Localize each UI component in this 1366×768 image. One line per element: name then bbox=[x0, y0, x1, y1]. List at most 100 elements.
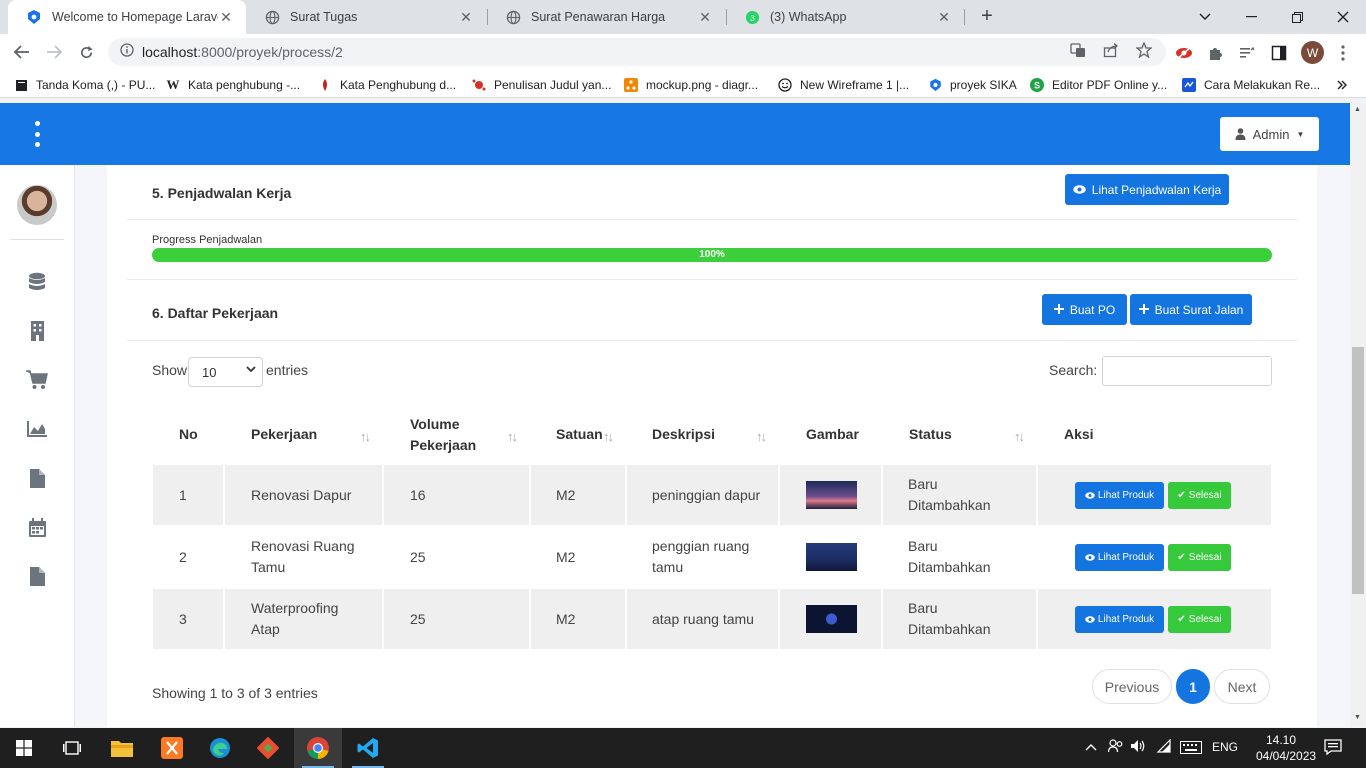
bookmark-item[interactable]: Kata Penghubung d... bbox=[318, 76, 456, 94]
close-tab-icon[interactable]: ✕ bbox=[697, 9, 713, 26]
bookmark-item[interactable]: Penulisan Judul yan... bbox=[472, 76, 611, 94]
tab-whatsapp[interactable]: 3 (3) WhatsApp ✕ bbox=[726, 0, 964, 34]
column-header-deskripsi[interactable]: Deskripsi bbox=[652, 424, 715, 445]
entries-select[interactable]: 10 bbox=[188, 357, 263, 387]
file-alt-icon[interactable] bbox=[26, 565, 48, 587]
chrome-icon[interactable] bbox=[294, 728, 342, 768]
view-schedule-button[interactable]: Lihat Penjadwalan Kerja bbox=[1065, 174, 1229, 205]
wifi-icon[interactable] bbox=[1156, 738, 1172, 756]
progress-bar: 100% bbox=[152, 248, 1272, 262]
more-bookmarks-icon[interactable] bbox=[1337, 76, 1347, 94]
schedule-section-title: 5. Penjadwalan Kerja bbox=[152, 185, 292, 201]
column-header-no[interactable]: No bbox=[179, 424, 198, 445]
tab-welcome[interactable]: Welcome to Homepage Laravel ✕ bbox=[8, 0, 246, 34]
view-product-button[interactable]: Lihat Produk bbox=[1075, 482, 1164, 509]
task-view-icon[interactable] bbox=[48, 728, 96, 768]
xampp-icon[interactable] bbox=[148, 728, 196, 768]
keyboard-icon[interactable] bbox=[1180, 741, 1202, 757]
create-po-button[interactable]: Buat PO bbox=[1042, 294, 1127, 325]
view-product-button[interactable]: Lihat Produk bbox=[1075, 606, 1164, 633]
share-icon[interactable] bbox=[1101, 40, 1121, 60]
bookmark-item[interactable]: W Kata penghubung -... bbox=[166, 76, 301, 94]
finish-button[interactable]: ✔ Selesai bbox=[1168, 606, 1231, 633]
pagination-next[interactable]: Next bbox=[1214, 669, 1270, 704]
file-explorer-icon[interactable] bbox=[98, 728, 146, 768]
whatsapp-badge: 3 bbox=[750, 12, 755, 22]
bookmark-item[interactable]: Cara Melakukan Re... bbox=[1182, 76, 1320, 94]
show-hidden-icons[interactable] bbox=[1085, 740, 1097, 754]
new-tab-button[interactable]: + bbox=[976, 6, 998, 28]
bookmark-item[interactable]: proyek SIKA bbox=[928, 76, 1017, 94]
column-header-aksi: Aksi bbox=[1064, 426, 1094, 442]
pagination-page-1[interactable]: 1 bbox=[1176, 669, 1210, 704]
forward-arrow-icon[interactable] bbox=[42, 40, 66, 64]
back-arrow-icon[interactable] bbox=[10, 40, 34, 64]
restore-icon[interactable] bbox=[1274, 0, 1320, 34]
scroll-up-icon[interactable]: ▲ bbox=[1354, 106, 1361, 113]
create-surat-jalan-button[interactable]: Buat Surat Jalan bbox=[1130, 294, 1252, 325]
close-tab-icon[interactable]: ✕ bbox=[218, 9, 234, 26]
bookmark-star-icon[interactable] bbox=[1134, 40, 1154, 60]
notification-icon[interactable] bbox=[1324, 739, 1342, 758]
sort-icon[interactable]: ↑↓ bbox=[756, 429, 767, 444]
finish-button[interactable]: ✔ Selesai bbox=[1168, 544, 1231, 571]
tab-search-icon[interactable] bbox=[1182, 0, 1228, 34]
pagination-previous[interactable]: Previous bbox=[1092, 669, 1172, 704]
tab-surat-penawaran[interactable]: Surat Penawaran Harga ✕ bbox=[487, 0, 725, 34]
sort-icon[interactable]: ↑↓ bbox=[1014, 429, 1025, 444]
finish-button[interactable]: ✔ Selesai bbox=[1168, 482, 1231, 509]
column-header-status[interactable]: Status bbox=[909, 424, 952, 445]
menu-toggle-icon[interactable] bbox=[32, 121, 42, 147]
extensions-puzzle-icon[interactable] bbox=[1205, 42, 1227, 64]
address-bar[interactable]: localhost:8000/proyek/process/2 bbox=[108, 38, 1166, 66]
admin-label: Admin bbox=[1252, 126, 1290, 142]
bookmark-item[interactable]: S Editor PDF Online y... bbox=[1030, 76, 1167, 94]
reload-icon[interactable] bbox=[74, 40, 98, 64]
calendar-icon[interactable] bbox=[26, 516, 48, 538]
windows-start-icon[interactable] bbox=[0, 728, 48, 768]
cart-icon[interactable] bbox=[26, 369, 48, 391]
translate-icon[interactable] bbox=[1068, 40, 1088, 60]
chart-area-icon[interactable] bbox=[26, 418, 48, 440]
extension-eye-icon[interactable] bbox=[1173, 42, 1195, 64]
bookmark-item[interactable]: mockup.png - diagr... bbox=[624, 76, 758, 94]
table-info: Showing 1 to 3 of 3 entries bbox=[152, 685, 318, 701]
table-row: 3 Waterproofing Atap 25 M2 atap ruang ta… bbox=[153, 589, 1271, 649]
file-icon[interactable] bbox=[26, 467, 48, 489]
volume-icon[interactable] bbox=[1130, 739, 1146, 756]
bookmark-item[interactable]: New Wireframe 1 |... bbox=[778, 76, 909, 94]
page-scrollbar[interactable]: ▲ ▼ bbox=[1350, 103, 1366, 727]
sort-icon[interactable]: ↑↓ bbox=[360, 429, 371, 444]
scroll-down-icon[interactable]: ▼ bbox=[1354, 714, 1361, 721]
admin-dropdown-button[interactable]: Admin ▼ bbox=[1220, 117, 1319, 151]
sort-icon[interactable]: ↑↓ bbox=[507, 429, 518, 444]
scrollbar-thumb[interactable] bbox=[1352, 347, 1364, 594]
git-icon[interactable] bbox=[244, 728, 292, 768]
url-text: localhost:8000/proyek/process/2 bbox=[142, 44, 343, 60]
bookmark-item[interactable]: Tanda Koma (,) - PU... bbox=[14, 76, 155, 94]
building-icon[interactable] bbox=[26, 320, 48, 342]
close-tab-icon[interactable]: ✕ bbox=[458, 9, 474, 26]
check-icon: ✔ bbox=[1177, 490, 1186, 501]
close-tab-icon[interactable]: ✕ bbox=[936, 9, 952, 26]
side-panel-icon[interactable] bbox=[1268, 42, 1290, 64]
site-info-icon[interactable] bbox=[120, 42, 134, 62]
view-product-button[interactable]: Lihat Produk bbox=[1075, 544, 1164, 571]
reading-list-icon[interactable] bbox=[1236, 42, 1258, 64]
minimize-icon[interactable] bbox=[1228, 0, 1274, 34]
people-icon[interactable] bbox=[1107, 739, 1124, 756]
column-header-satuan[interactable]: Satuan bbox=[556, 424, 603, 445]
edge-icon[interactable] bbox=[196, 728, 244, 768]
database-icon[interactable] bbox=[26, 271, 48, 293]
language-indicator[interactable]: ENG bbox=[1212, 740, 1238, 754]
profile-avatar[interactable]: W bbox=[1301, 41, 1324, 64]
close-window-icon[interactable] bbox=[1320, 0, 1366, 34]
column-header-pekerjaan[interactable]: Pekerjaan bbox=[251, 424, 317, 445]
tab-surat-tugas[interactable]: Surat Tugas ✕ bbox=[246, 0, 486, 34]
search-input[interactable] bbox=[1102, 356, 1272, 386]
kebab-menu-icon[interactable] bbox=[1332, 42, 1354, 64]
column-header-volume[interactable]: Volume Pekerjaan bbox=[410, 414, 492, 456]
sort-icon[interactable]: ↑↓ bbox=[603, 429, 614, 444]
vscode-icon[interactable] bbox=[344, 728, 392, 768]
clock[interactable]: 14.10 04/04/2023 bbox=[1256, 732, 1316, 764]
